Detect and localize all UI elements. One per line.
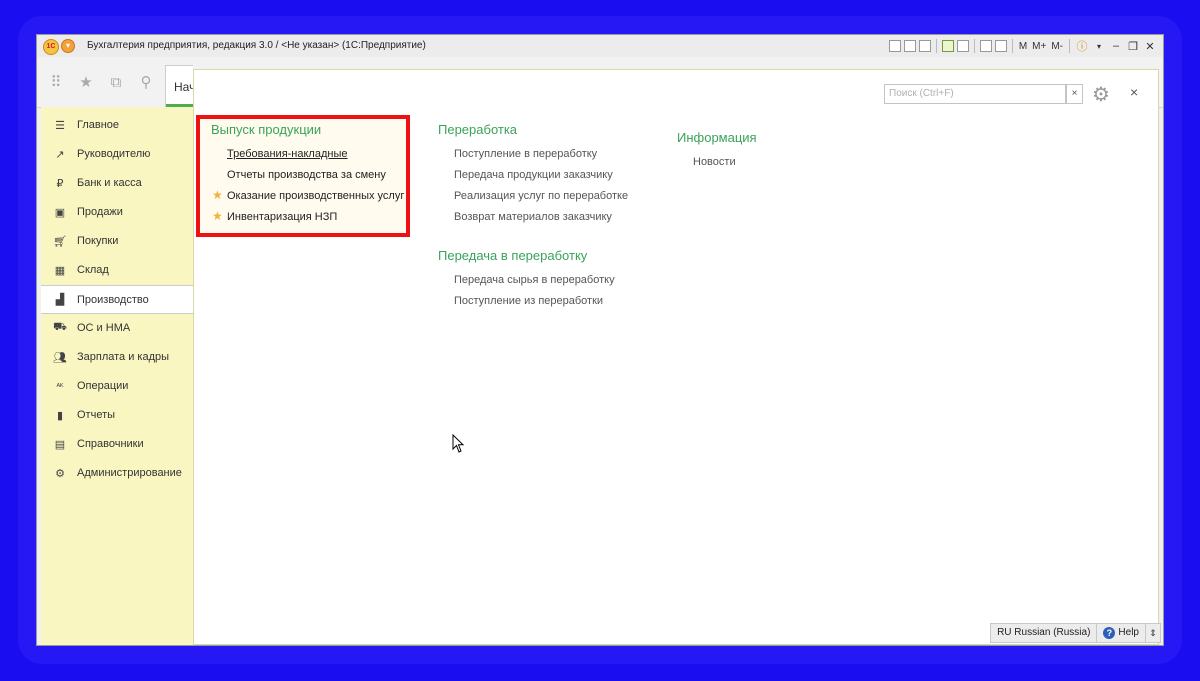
- link-processing-return[interactable]: Поступление из переработки: [454, 295, 603, 307]
- sidebar-item-label: Справочники: [77, 438, 144, 450]
- status-bar: RU Russian (Russia) ? Help ⇕: [990, 623, 1161, 643]
- section-title-info: Информация: [677, 130, 757, 145]
- sidebar-item-catalogs[interactable]: ▤ Справочники: [41, 430, 193, 458]
- restore-icon[interactable]: ❐: [1126, 39, 1140, 53]
- link-wip-inventory[interactable]: Инвентаризация НЗП: [227, 211, 337, 223]
- truck-icon: ⛟: [53, 321, 67, 333]
- link-requirements[interactable]: Требования-накладные: [227, 148, 348, 160]
- print-icon[interactable]: [903, 40, 916, 52]
- sidebar-item-reports[interactable]: ▮ Отчеты: [41, 401, 193, 429]
- help-label: Help: [1118, 627, 1139, 638]
- help-icon: ?: [1103, 627, 1116, 639]
- sidebar-item-label: Отчеты: [77, 409, 116, 421]
- favorites-star-icon[interactable]: ★: [77, 73, 95, 91]
- sidebar-item-label: Продажи: [77, 206, 123, 218]
- sidebar-item-label: ОС и НМА: [77, 322, 131, 334]
- ops-icon: ᴬᴷ: [56, 381, 64, 391]
- sidebar-item-salary[interactable]: 👥︎ Зарплата и кадры: [41, 343, 193, 371]
- sidebar-item-label: Главное: [77, 119, 120, 131]
- toolbar-divider: [1011, 39, 1013, 53]
- bag-icon: ▣: [54, 206, 66, 219]
- tab-start-page[interactable]: Начальная страница: [165, 65, 193, 107]
- gear-icon: ⚙: [55, 467, 65, 480]
- sidebar-item-admin[interactable]: ⚙ Администрирование: [41, 459, 193, 487]
- title-toolbar: M M+ M- ⓘ ▾ – ❐ ✕: [888, 38, 1157, 54]
- title-bar: 1С ▾ Бухгалтерия предприятия, редакция 3…: [37, 35, 1163, 58]
- close-window-icon[interactable]: ✕: [1143, 39, 1157, 53]
- factory-icon: ▟: [55, 294, 65, 306]
- mouse-cursor-icon: [452, 434, 465, 453]
- window-title: Бухгалтерия предприятия, редакция 3.0 / …: [87, 40, 426, 51]
- preview-icon[interactable]: [918, 40, 931, 52]
- trend-icon: ↗: [55, 148, 65, 161]
- memory-minus-button[interactable]: M-: [1050, 41, 1064, 52]
- memory-plus-button[interactable]: M+: [1031, 41, 1047, 52]
- sidebar-item-label: Администрирование: [77, 467, 182, 479]
- section-title-transfer: Передача в переработку: [438, 248, 588, 263]
- apps-grid-icon[interactable]: ⠿: [47, 73, 65, 91]
- settings-gear-icon[interactable]: ⚙: [1092, 82, 1110, 107]
- sidebar-item-bank[interactable]: ₽ Банк и касса: [41, 169, 193, 197]
- sidebar-item-assets[interactable]: ⛟ ОС и НМА: [41, 314, 193, 342]
- toolbar-divider: [973, 39, 975, 53]
- sidebar-item-label: Производство: [77, 293, 149, 306]
- sidebar-item-label: Зарплата и кадры: [77, 351, 170, 363]
- sidebar-item-production[interactable]: ▟ Производство: [41, 285, 193, 314]
- sidebar-item-manager[interactable]: ↗ Руководителю: [41, 140, 193, 168]
- link-materials-return[interactable]: Возврат материалов заказчику: [454, 211, 612, 223]
- history-icon[interactable]: ⧉: [107, 73, 125, 91]
- sidebar-item-purchases[interactable]: 🛒︎ Покупки: [41, 227, 193, 255]
- main-menu-button[interactable]: ▾: [61, 39, 75, 53]
- section-title-processing: Переработка: [438, 122, 518, 137]
- sidebar-item-operations[interactable]: ᴬᴷ Операции: [41, 372, 193, 400]
- sidebar-item-label: Банк и касса: [77, 177, 142, 189]
- favorite-star-icon[interactable]: ★: [212, 188, 223, 202]
- grid-icon: ▦: [54, 264, 66, 277]
- link-production-services[interactable]: Оказание производственных услуг: [227, 190, 404, 202]
- minimize-icon[interactable]: –: [1109, 39, 1123, 53]
- toolbar-divider: [935, 39, 937, 53]
- sidebar-item-label: Покупки: [77, 235, 119, 247]
- help-button[interactable]: ? Help: [1097, 624, 1146, 642]
- barchart-icon: ▮: [56, 409, 64, 422]
- ruble-icon: ₽: [56, 177, 64, 190]
- memory-button[interactable]: M: [1018, 41, 1028, 52]
- sidebar-item-label: Склад: [77, 264, 109, 276]
- link-processing-receipt[interactable]: Поступление в переработку: [454, 148, 597, 160]
- link-icon[interactable]: [956, 40, 969, 52]
- search-clear-button[interactable]: ×: [1066, 84, 1083, 104]
- sidebar-item-main[interactable]: ☰ Главное: [41, 111, 193, 139]
- link-shift-reports[interactable]: Отчеты производства за смену: [227, 169, 386, 181]
- section-panel: Поиск (Ctrl+F) × ⚙ × Выпуск продукции Тр…: [193, 69, 1159, 645]
- info-icon[interactable]: ⓘ: [1075, 39, 1089, 53]
- sections-sidebar: ☰ Главное ↗ Руководителю ₽ Банк и касса …: [41, 107, 194, 645]
- resize-grip-icon[interactable]: ⇕: [1146, 628, 1160, 639]
- section-title-output: Выпуск продукции: [211, 122, 322, 137]
- sidebar-item-label: Операции: [77, 380, 129, 392]
- calculator-icon[interactable]: [979, 40, 992, 52]
- search-input[interactable]: Поиск (Ctrl+F): [884, 84, 1066, 104]
- link-raw-transfer[interactable]: Передача сырья в переработку: [454, 274, 615, 286]
- search-icon[interactable]: ⚲: [137, 73, 155, 91]
- book-icon: ▤: [54, 438, 66, 451]
- sidebar-item-label: Руководителю: [77, 148, 151, 160]
- sidebar-item-warehouse[interactable]: ▦ Склад: [41, 256, 193, 284]
- favorite-star-icon[interactable]: ★: [212, 209, 223, 223]
- favorite-add-icon[interactable]: [941, 40, 954, 52]
- chevron-down-icon[interactable]: ▾: [1092, 39, 1106, 53]
- save-icon[interactable]: [888, 40, 901, 52]
- people-icon: 👥︎: [53, 351, 67, 364]
- link-processing-services[interactable]: Реализация услуг по переработке: [454, 190, 628, 202]
- calendar-icon[interactable]: [994, 40, 1007, 52]
- app-logo: 1С: [43, 39, 59, 55]
- link-news[interactable]: Новости: [693, 156, 736, 168]
- menu-icon: ☰: [55, 119, 65, 132]
- sidebar-item-sales[interactable]: ▣ Продажи: [41, 198, 193, 226]
- language-indicator[interactable]: RU Russian (Russia): [991, 624, 1098, 642]
- app-window: 1С ▾ Бухгалтерия предприятия, редакция 3…: [36, 34, 1164, 646]
- cart-icon: 🛒︎: [53, 235, 67, 248]
- toolbar-divider: [1069, 39, 1070, 53]
- link-product-transfer[interactable]: Передача продукции заказчику: [454, 169, 613, 181]
- close-panel-icon[interactable]: ×: [1130, 84, 1138, 100]
